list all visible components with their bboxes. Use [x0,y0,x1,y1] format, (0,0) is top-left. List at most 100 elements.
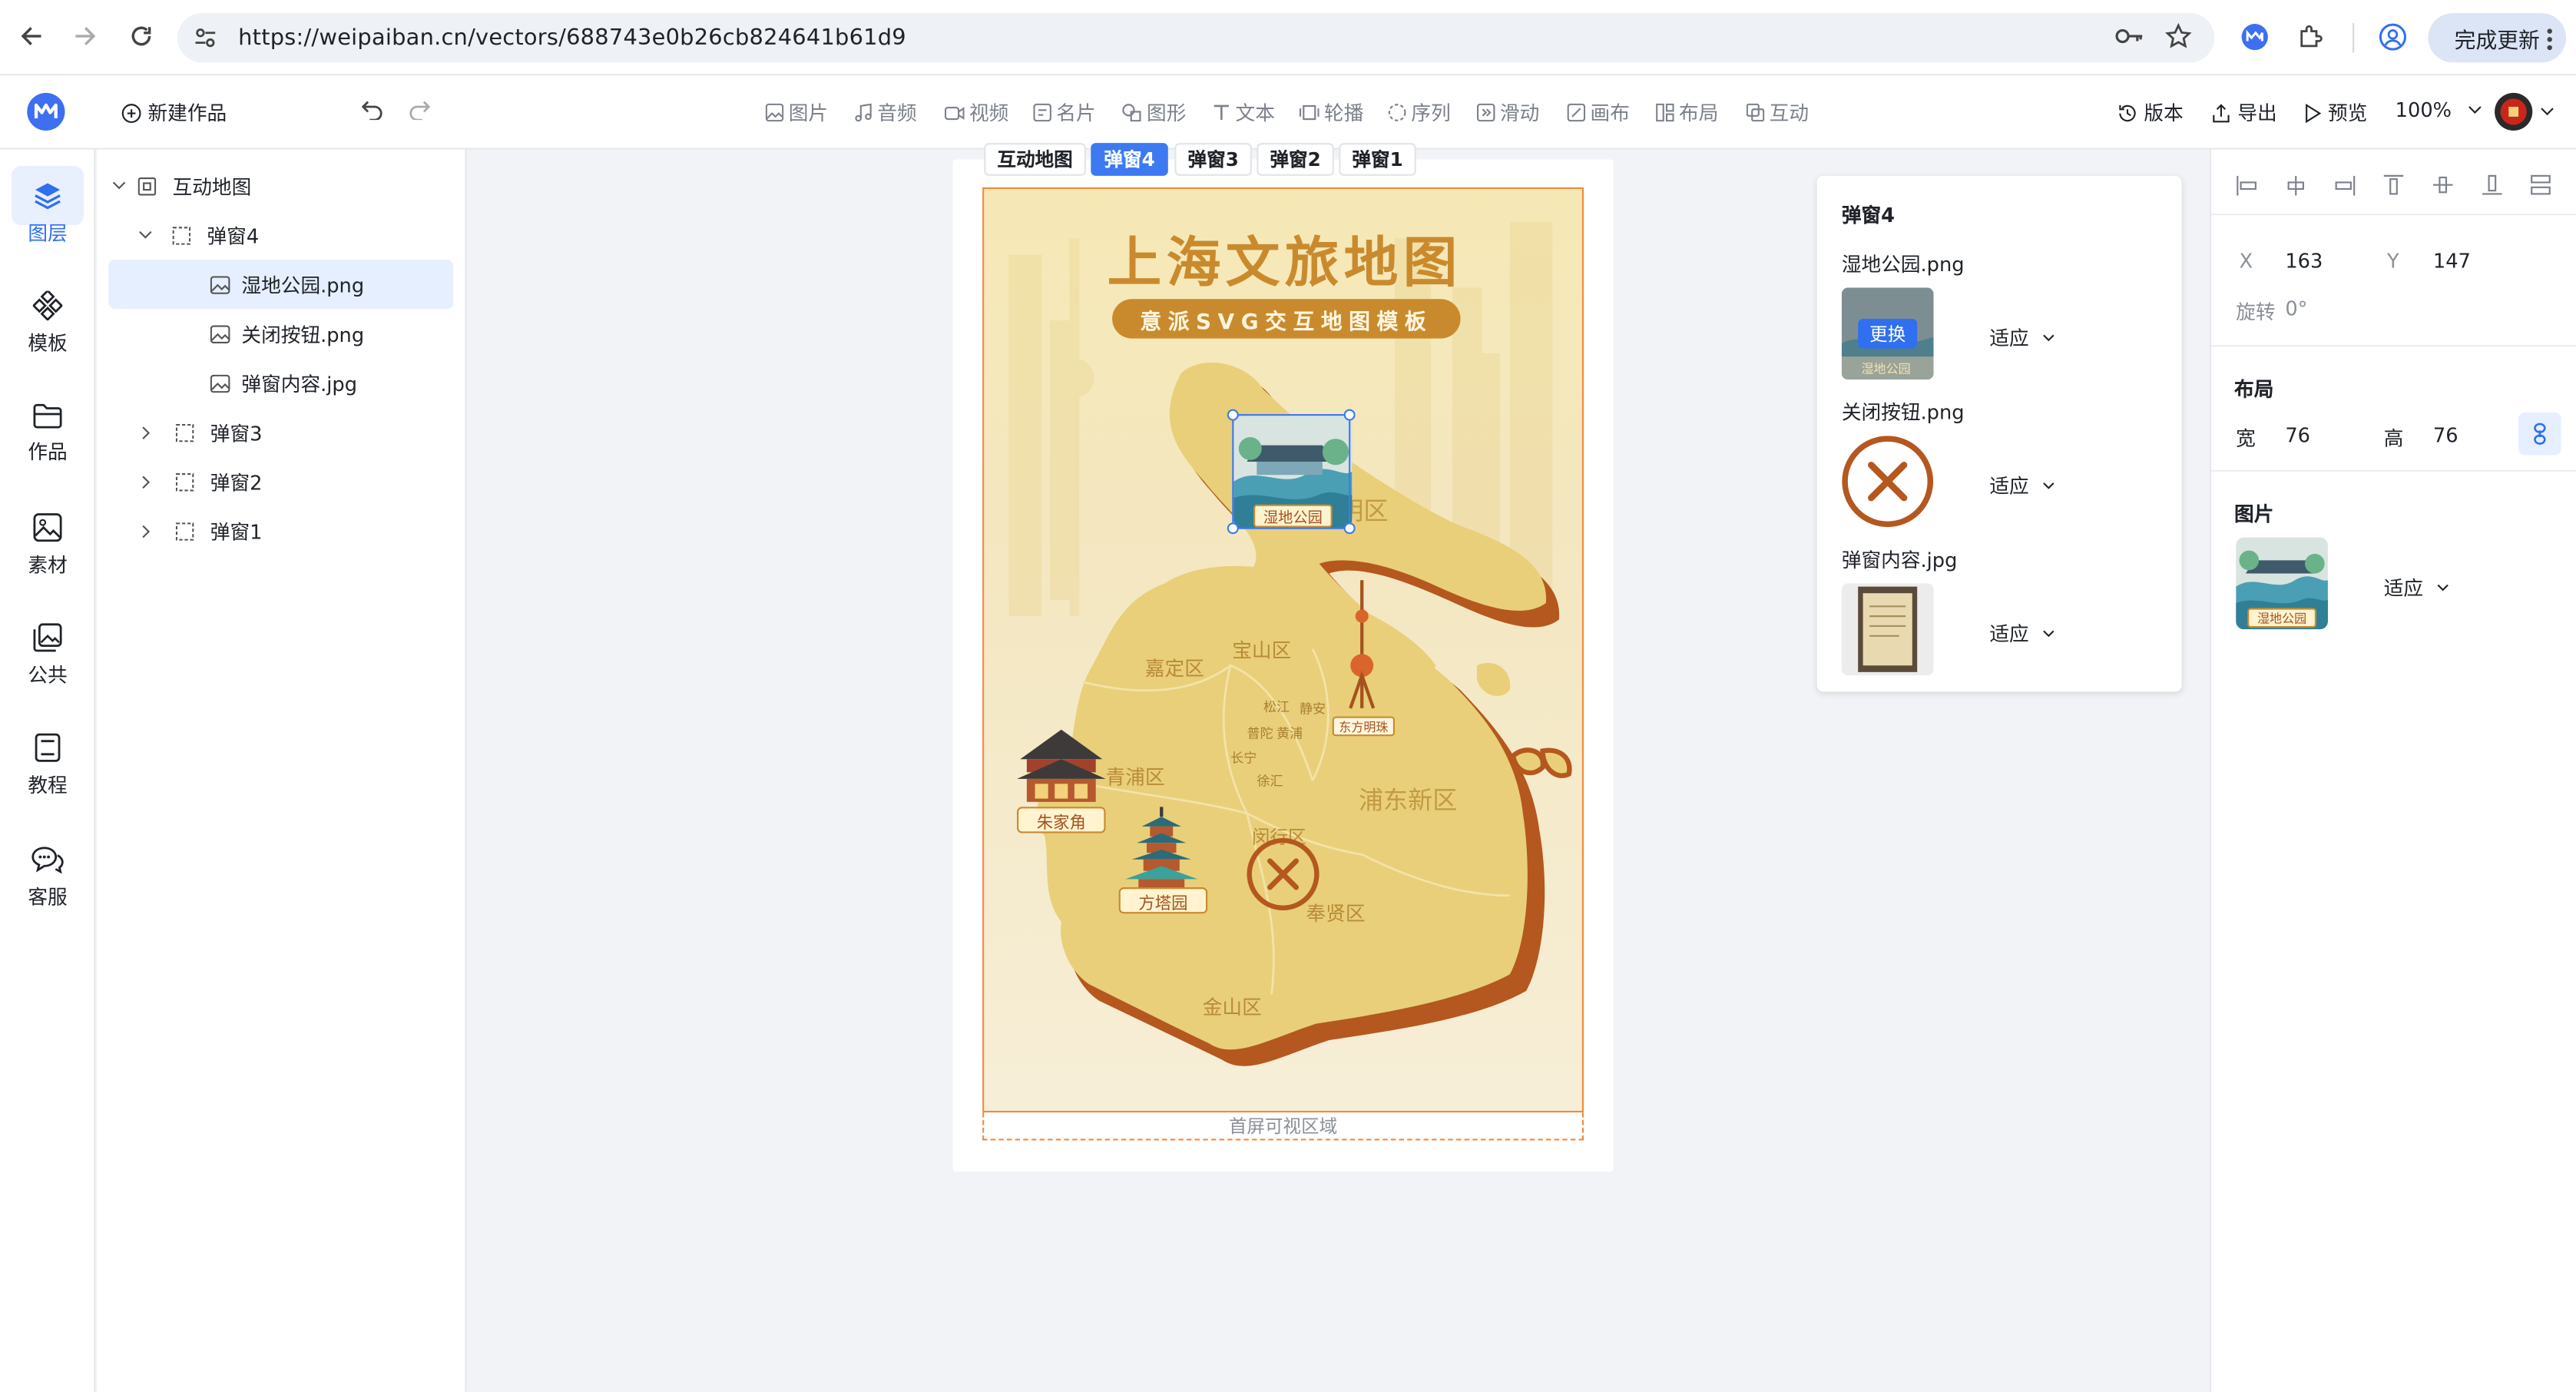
page-tab-popup1[interactable]: 弹窗1 [1339,143,1416,176]
fit-select-wetland[interactable]: 适应 [1989,323,2055,351]
lock-ratio-button[interactable] [2518,412,2561,456]
fit-select-close[interactable]: 适应 [1989,472,2055,499]
tool-carousel[interactable]: 轮播 [1299,98,1363,126]
y-input[interactable]: 147 [2433,250,2471,273]
rail-templates[interactable]: 模板 [0,290,95,357]
tool-image[interactable]: 图片 [765,98,828,126]
tool-video[interactable]: 视频 [944,98,1008,126]
rail-materials[interactable]: 素材 [0,512,95,578]
tool-interaction[interactable]: 互动 [1746,98,1809,126]
align-center-h-icon[interactable] [2285,175,2306,196]
landmark-label: 朱家角 [1017,807,1106,834]
layer-label: 互动地图 [172,174,252,198]
page-tab-popup4[interactable]: 弹窗4 [1091,143,1168,176]
new-work-button[interactable]: 新建作品 [121,98,227,126]
site-settings-icon[interactable] [192,25,218,51]
page-tab-interactive-map[interactable]: 互动地图 [984,143,1086,176]
chevron-down-icon [2042,333,2055,342]
url-text[interactable]: https://weipaiban.cn/vectors/688743e0b26… [238,25,906,51]
layer-group-popup4[interactable]: 弹窗4 [138,210,260,260]
bookmark-star-icon[interactable] [2165,22,2192,49]
browser-menu-icon[interactable] [2546,28,2553,51]
tool-swipe[interactable]: 滑动 [1476,98,1539,126]
undo-icon[interactable] [361,100,383,121]
chevron-down-icon [2468,105,2482,115]
rotate-input[interactable]: 0° [2285,297,2307,320]
reload-icon[interactable] [130,25,153,48]
interaction-icon [1746,103,1765,122]
tool-sequence[interactable]: 序列 [1388,98,1451,126]
rail-tutorials[interactable]: 教程 [0,733,95,799]
landmark-label: 东方明珠 [1332,716,1396,737]
district-label: 浦东新区 [1358,785,1458,815]
layout-section-title: 布局 [2234,377,2274,401]
app-logo-icon[interactable] [26,92,65,131]
close-icon[interactable] [1245,837,1320,912]
extension-weipai-icon[interactable] [2241,23,2269,51]
zoom-select[interactable]: 100% [2396,98,2483,121]
align-top-icon[interactable] [2383,174,2404,196]
layer-group-popup2[interactable]: 弹窗2 [141,457,262,506]
tool-audio[interactable]: 音频 [854,98,917,126]
preview-button[interactable]: 预览 [2305,98,2367,126]
forward-icon[interactable] [74,25,97,48]
template-icon [32,290,63,321]
align-middle-v-icon[interactable] [2432,174,2453,196]
key-icon[interactable] [2114,25,2144,48]
app-header [0,75,2576,150]
align-right-icon[interactable] [2335,175,2356,196]
replace-button[interactable]: 更换 [1858,318,1918,349]
redo-icon[interactable] [409,100,431,121]
layer-item-popup-content[interactable]: 弹窗内容.jpg [210,358,357,407]
layer-item-close-button[interactable]: 关闭按钮.png [210,309,364,358]
layer-label: 弹窗4 [207,224,260,247]
district-label: 青浦区 [1105,765,1165,789]
resize-handle-ne[interactable] [1343,409,1356,421]
update-complete-button[interactable]: 完成更新 [2428,13,2567,63]
tool-layout[interactable]: 布局 [1656,98,1718,126]
layer-root-interactive-map[interactable]: 互动地图 [111,161,251,210]
version-button[interactable]: 版本 [2117,98,2184,126]
resize-handle-sw[interactable] [1227,522,1239,535]
height-input[interactable]: 76 [2433,424,2458,447]
avatar[interactable] [2494,92,2533,131]
align-bottom-icon[interactable] [2482,174,2502,196]
resize-handle-nw[interactable] [1227,409,1239,421]
fit-select-content[interactable]: 适应 [1989,619,2055,647]
asset-thumb-content[interactable] [1841,583,1934,676]
resize-handle-se[interactable] [1343,522,1356,535]
rail-public[interactable]: 公共 [0,623,95,689]
island-small-2 [1540,747,1572,778]
rail-support[interactable]: 客服 [0,844,95,910]
chevron-down-icon [138,230,153,240]
layer-group-popup3[interactable]: 弹窗3 [141,407,262,456]
carousel-icon [1299,104,1319,122]
tool-canvas[interactable]: 画布 [1567,98,1630,126]
page-tab-popup2[interactable]: 弹窗2 [1257,143,1334,176]
rail-works[interactable]: 作品 [0,403,95,465]
tool-text[interactable]: 文本 [1213,98,1275,126]
oriental-pearl-tower [1349,580,1376,709]
image-fit-select[interactable]: 适应 [2384,574,2450,602]
export-button[interactable]: 导出 [2211,98,2277,126]
layer-group-popup1[interactable]: 弹窗1 [141,506,262,555]
width-input[interactable]: 76 [2285,424,2310,447]
back-icon[interactable] [20,25,43,48]
chevron-down-icon [111,181,126,191]
selection-frame[interactable] [1232,414,1351,529]
distribute-icon[interactable] [2530,174,2551,196]
rail-layers[interactable]: 图层 [0,181,95,247]
landmark-label: 方塔园 [1118,887,1208,914]
profile-icon[interactable] [2379,23,2406,51]
x-input[interactable]: 163 [2285,250,2323,273]
gallery-icon [33,623,63,653]
avatar-chevron-icon[interactable] [2540,107,2554,117]
asset-thumb-close[interactable] [1842,436,1934,528]
align-left-icon[interactable] [2236,175,2257,196]
extensions-puzzle-icon[interactable] [2296,23,2324,51]
tool-shape[interactable]: 图形 [1122,98,1186,126]
tool-card[interactable]: 名片 [1033,98,1096,126]
page-tab-popup3[interactable]: 弹窗3 [1174,143,1252,176]
zhujiajiao-building [1017,729,1106,802]
layer-item-wetland-park[interactable]: 湿地公园.png [210,260,364,309]
